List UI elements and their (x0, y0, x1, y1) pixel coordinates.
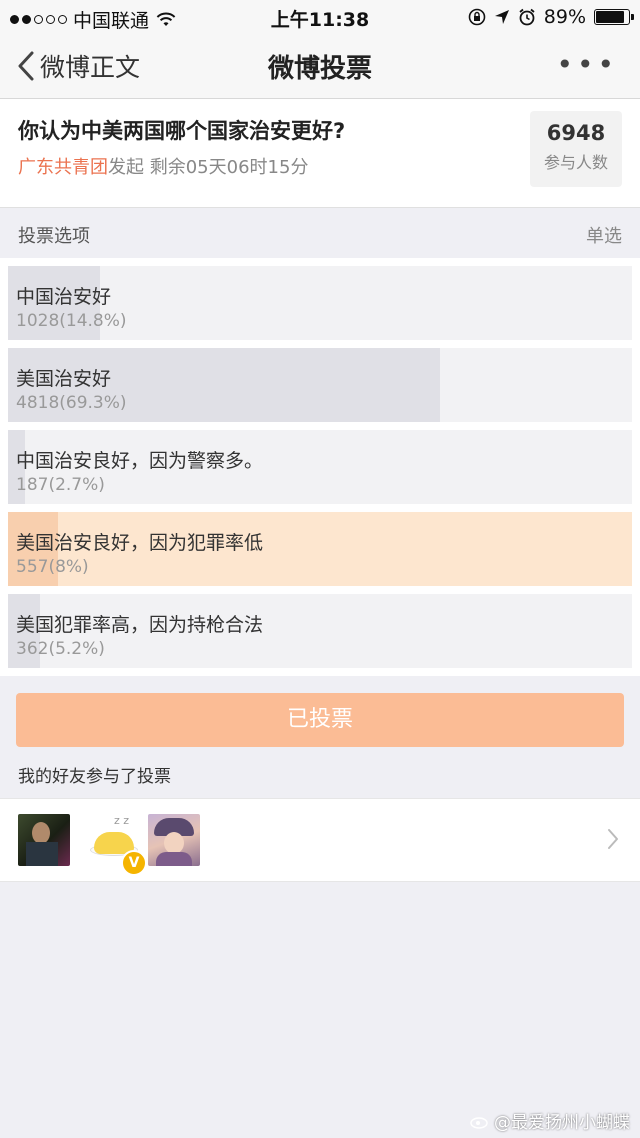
organizer-suffix: 发起 (108, 157, 144, 178)
poll-option[interactable]: 中国治安好 1028(14.8%) (8, 266, 632, 340)
option-label: 美国治安好 (16, 368, 112, 390)
voted-button[interactable]: 已投票 (16, 693, 624, 747)
alarm-icon (519, 8, 535, 26)
sleep-icon: z z (114, 814, 130, 827)
option-count: 1028(14.8%) (16, 311, 127, 331)
poll-question: 你认为中美两国哪个国家治安更好? (18, 119, 346, 143)
avatar[interactable] (18, 814, 70, 866)
friends-row[interactable]: z z (0, 798, 640, 882)
poll-header: 你认为中美两国哪个国家治安更好? 广东共青团发起 剩余05天06时15分 694… (0, 99, 640, 208)
verified-badge-icon: V (121, 850, 147, 876)
poll-option[interactable]: 美国治安良好，因为犯罪率低 557(8%) (8, 512, 632, 586)
friends-voted-label: 我的好友参与了投票 (18, 767, 171, 787)
nav-bar: 微博正文 微博投票 ••• (0, 34, 640, 99)
poll-remaining-time: 剩余05天06时15分 (149, 157, 309, 178)
option-label: 中国治安好 (16, 286, 112, 308)
poll-option[interactable]: 美国犯罪率高，因为持枪合法 362(5.2%) (8, 594, 632, 668)
watermark: @最爱扬州小蝴蝶 (470, 1108, 630, 1133)
lock-rotation-icon (468, 8, 486, 26)
more-options-button[interactable]: ••• (556, 48, 618, 81)
participants-count: 6948 (546, 121, 606, 145)
option-label: 美国治安良好，因为犯罪率低 (16, 532, 264, 554)
option-count: 187(2.7%) (16, 475, 105, 495)
option-count: 362(5.2%) (16, 639, 105, 659)
status-bar: 中国联通 上午11:38 89% (0, 0, 640, 34)
option-count: 4818(69.3%) (16, 393, 127, 413)
options-list: 中国治安好 1028(14.8%) 美国治安好 4818(69.3%) 中国治安… (0, 258, 640, 676)
poll-organizer-link[interactable]: 广东共青团 (18, 157, 108, 178)
options-title: 投票选项 (18, 226, 90, 247)
poll-option[interactable]: 中国治安良好，因为警察多。 187(2.7%) (8, 430, 632, 504)
battery-icon (594, 9, 634, 25)
battery-level (596, 11, 625, 23)
option-label: 美国犯罪率高，因为持枪合法 (16, 614, 264, 636)
chevron-right-icon (608, 829, 618, 849)
poll-meta: 广东共青团发起 剩余05天06时15分 (18, 153, 308, 179)
participants-label: 参与人数 (543, 153, 608, 172)
poll-option[interactable]: 美国治安好 4818(69.3%) (8, 348, 632, 422)
watermark-text: @最爱扬州小蝴蝶 (494, 1113, 630, 1133)
status-right: 89% (468, 6, 634, 28)
option-label: 中国治安良好，因为警察多。 (16, 450, 264, 472)
options-header: 投票选项 单选 (0, 208, 640, 260)
location-icon (494, 10, 509, 24)
weibo-logo-icon (470, 1116, 488, 1129)
participants-box: 6948 参与人数 (530, 111, 622, 187)
battery-percent: 89% (543, 6, 586, 28)
avatar[interactable] (148, 814, 200, 866)
selection-mode: 单选 (586, 226, 622, 247)
option-count: 557(8%) (16, 557, 89, 577)
page-title: 微博投票 (267, 54, 372, 84)
